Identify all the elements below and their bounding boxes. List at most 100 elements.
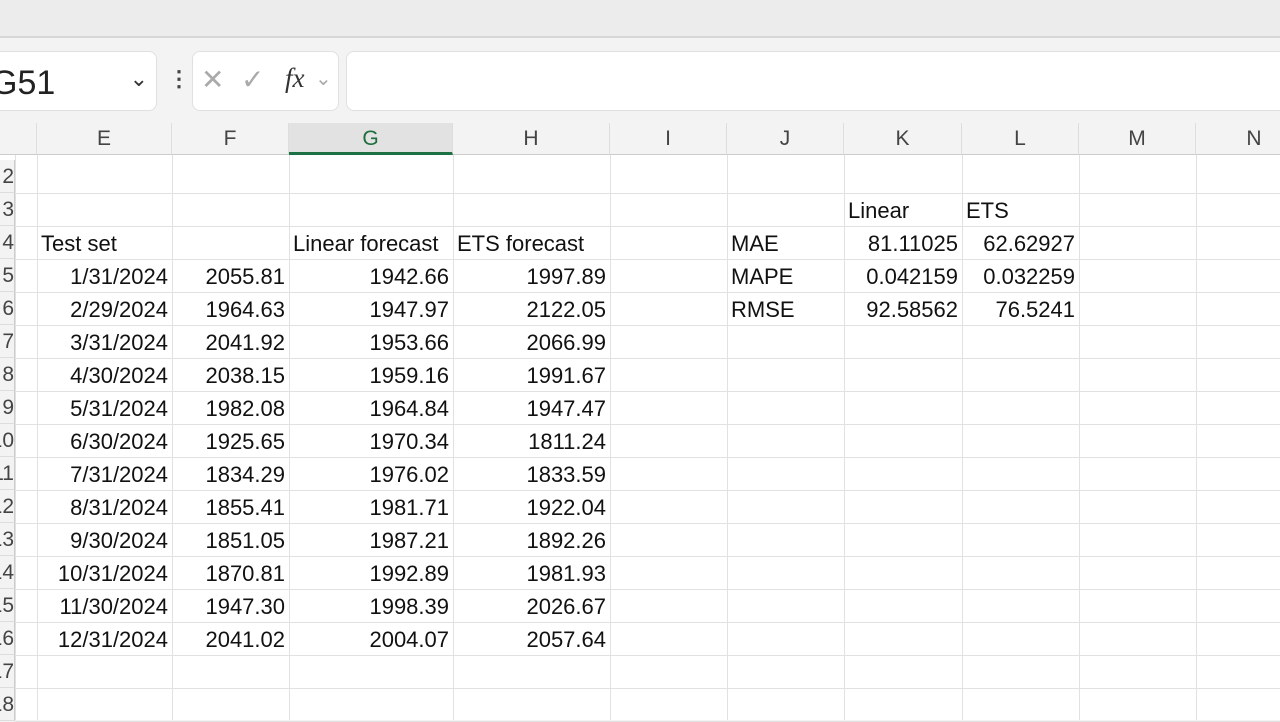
date-cell[interactable]: 5/31/2024 (37, 391, 172, 424)
metric-label[interactable]: MAE (727, 226, 844, 259)
value-cell[interactable]: 1964.63 (172, 292, 289, 325)
metric-linear-value[interactable]: 92.58562 (844, 292, 962, 325)
value-cell[interactable]: 1992.89 (289, 556, 453, 589)
insert-function-icon[interactable]: fx (285, 63, 305, 94)
value-cell[interactable]: 2066.99 (453, 325, 610, 358)
value-cell[interactable]: 1981.93 (453, 556, 610, 589)
value-cell[interactable]: 1855.41 (172, 490, 289, 523)
row-header[interactable]: 6 (0, 292, 15, 325)
metric-linear-value[interactable]: 0.042159 (844, 259, 962, 292)
column-header-n[interactable]: N (1196, 123, 1280, 155)
date-cell[interactable]: 1/31/2024 (37, 259, 172, 292)
column-header-j[interactable]: J (727, 123, 844, 155)
date-cell[interactable]: 8/31/2024 (37, 490, 172, 523)
column-header-m[interactable]: M (1079, 123, 1196, 155)
table-header-cell[interactable]: Linear forecast (289, 226, 453, 259)
date-cell[interactable]: 2/29/2024 (37, 292, 172, 325)
row-header[interactable]: 12 (0, 490, 15, 523)
table-header-cell[interactable] (172, 226, 289, 259)
table-header-cell[interactable]: Test set (37, 226, 172, 259)
enter-check-icon[interactable]: ✓ (241, 63, 264, 96)
value-cell[interactable]: 2041.92 (172, 325, 289, 358)
value-cell[interactable]: 2038.15 (172, 358, 289, 391)
name-box[interactable]: G51 ⌄ (0, 51, 157, 111)
row-header[interactable]: 11 (0, 457, 15, 490)
chevron-down-icon[interactable]: ⌄ (130, 66, 148, 92)
row-header[interactable]: 9 (0, 391, 15, 424)
value-cell[interactable]: 2122.05 (453, 292, 610, 325)
value-cell[interactable]: 1947.30 (172, 589, 289, 622)
row-header[interactable]: 15 (0, 589, 15, 622)
column-header-l[interactable]: L (962, 123, 1079, 155)
row-header[interactable]: 17 (0, 655, 15, 688)
value-cell[interactable]: 1833.59 (453, 457, 610, 490)
value-cell[interactable]: 1987.21 (289, 523, 453, 556)
metric-label[interactable]: MAPE (727, 259, 844, 292)
formula-bar-input[interactable] (346, 51, 1280, 111)
column-header-f[interactable]: F (172, 123, 289, 155)
value-cell[interactable]: 1811.24 (453, 424, 610, 457)
column-header-h[interactable]: H (453, 123, 610, 155)
metric-ets-value[interactable]: 62.62927 (962, 226, 1079, 259)
metrics-header-ets[interactable]: ETS (962, 193, 1079, 226)
metric-ets-value[interactable]: 76.5241 (962, 292, 1079, 325)
column-header-g[interactable]: G (289, 123, 453, 155)
row-header[interactable]: 8 (0, 358, 15, 391)
more-options-icon[interactable]: ⋮ (168, 66, 190, 92)
value-cell[interactable]: 1982.08 (172, 391, 289, 424)
row-header[interactable]: 4 (0, 226, 15, 259)
value-cell[interactable]: 1964.84 (289, 391, 453, 424)
value-cell[interactable]: 1953.66 (289, 325, 453, 358)
row-header[interactable]: 3 (0, 193, 15, 226)
chevron-down-icon[interactable]: ⌄ (315, 66, 332, 91)
row-header[interactable]: 10 (0, 424, 15, 457)
value-cell[interactable]: 1851.05 (172, 523, 289, 556)
metric-ets-value[interactable]: 0.032259 (962, 259, 1079, 292)
row-header[interactable]: 18 (0, 688, 15, 721)
column-header-k[interactable]: K (844, 123, 962, 155)
row-header[interactable]: 5 (0, 259, 15, 292)
value-cell[interactable]: 1947.47 (453, 391, 610, 424)
date-cell[interactable]: 6/30/2024 (37, 424, 172, 457)
row-header[interactable]: 2 (0, 160, 15, 193)
value-cell[interactable]: 1942.66 (289, 259, 453, 292)
value-cell[interactable]: 1870.81 (172, 556, 289, 589)
value-cell[interactable]: 2055.81 (172, 259, 289, 292)
value-cell[interactable]: 1991.67 (453, 358, 610, 391)
select-all-corner[interactable] (0, 123, 37, 155)
value-cell[interactable]: 2026.67 (453, 589, 610, 622)
date-cell[interactable]: 4/30/2024 (37, 358, 172, 391)
value-cell[interactable]: 1976.02 (289, 457, 453, 490)
date-cell[interactable]: 12/31/2024 (37, 622, 172, 655)
table-header-cell[interactable]: ETS forecast (453, 226, 610, 259)
metric-label[interactable]: RMSE (727, 292, 844, 325)
date-cell[interactable]: 7/31/2024 (37, 457, 172, 490)
date-cell[interactable]: 9/30/2024 (37, 523, 172, 556)
value-cell[interactable]: 1922.04 (453, 490, 610, 523)
value-cell[interactable]: 2057.64 (453, 622, 610, 655)
value-cell[interactable]: 2041.02 (172, 622, 289, 655)
metric-linear-value[interactable]: 81.11025 (844, 226, 962, 259)
cancel-icon[interactable]: ✕ (201, 63, 224, 96)
row-header[interactable]: 16 (0, 622, 15, 655)
value-cell[interactable]: 1981.71 (289, 490, 453, 523)
value-cell[interactable]: 1947.97 (289, 292, 453, 325)
value-cell[interactable]: 1925.65 (172, 424, 289, 457)
column-header-i[interactable]: I (610, 123, 727, 155)
value-cell[interactable]: 2004.07 (289, 622, 453, 655)
value-cell[interactable]: 1998.39 (289, 589, 453, 622)
value-cell[interactable]: 1959.16 (289, 358, 453, 391)
row-header[interactable]: 14 (0, 556, 15, 589)
row-header[interactable]: 7 (0, 325, 15, 358)
value-cell[interactable]: 1834.29 (172, 457, 289, 490)
metrics-header-linear[interactable]: Linear (844, 193, 962, 226)
value-cell[interactable]: 1970.34 (289, 424, 453, 457)
spreadsheet-grid[interactable]: EFGHIJKLMN 23456789101112131415161718 Test… (0, 123, 1280, 722)
date-cell[interactable]: 10/31/2024 (37, 556, 172, 589)
value-cell[interactable]: 1997.89 (453, 259, 610, 292)
date-cell[interactable]: 11/30/2024 (37, 589, 172, 622)
date-cell[interactable]: 3/31/2024 (37, 325, 172, 358)
row-header[interactable]: 13 (0, 523, 15, 556)
value-cell[interactable]: 1892.26 (453, 523, 610, 556)
column-header-e[interactable]: E (37, 123, 172, 155)
